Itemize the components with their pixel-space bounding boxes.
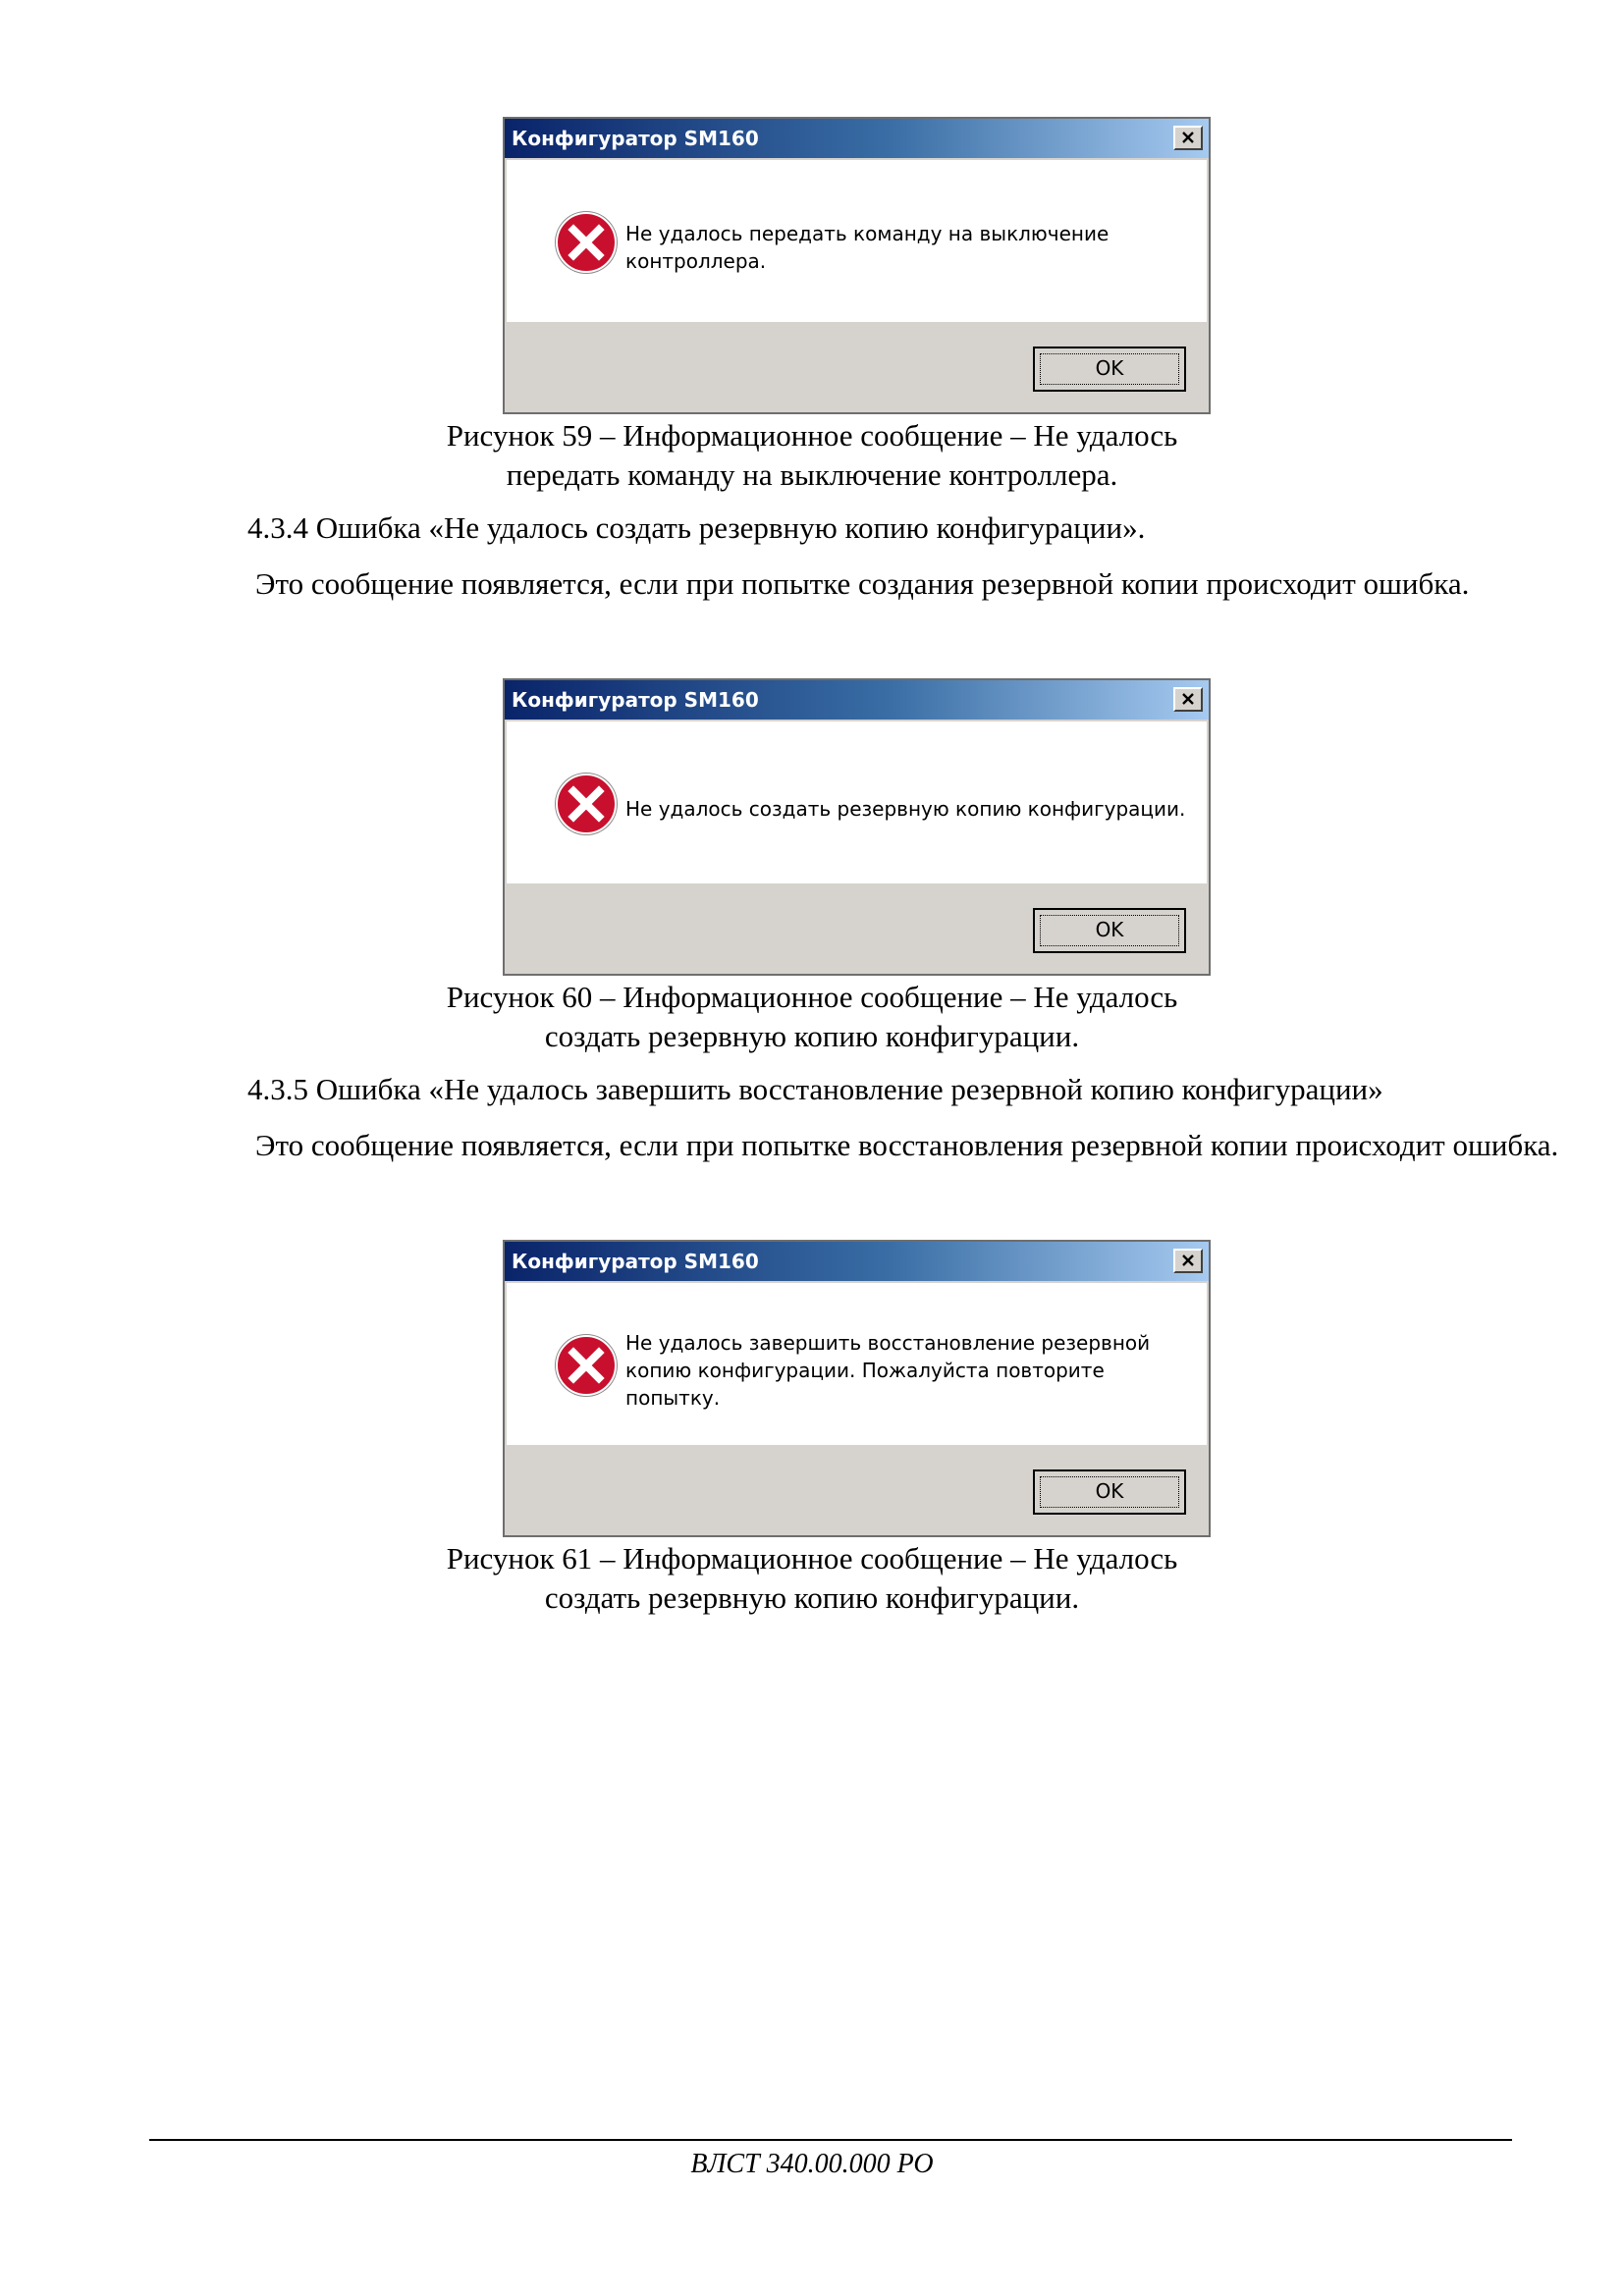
section-heading: 4.3.5 Ошибка «Не удалось завершить восст… [247,1072,1383,1106]
ok-button-label: OK [1095,356,1124,380]
dialog-body: Не удалось создать резервную копию конфи… [507,721,1207,883]
caption-line: Рисунок 61 – Информационное сообщение – … [446,1541,1178,1575]
close-icon [1182,1255,1194,1266]
dialog-message: Не удалось передать команду на выключени… [625,220,1175,275]
figure-caption: Рисунок 60 – Информационное сообщение – … [0,978,1624,1056]
figure-caption: Рисунок 61 – Информационное сообщение – … [0,1539,1624,1618]
ok-button[interactable]: OK [1033,347,1186,392]
close-button[interactable] [1173,1249,1203,1273]
footer-divider [149,2139,1512,2141]
dialog-title: Конфигуратор SM160 [512,127,759,150]
section-paragraph: Это сообщение появляется, если при попыт… [255,1128,1559,1162]
dialog-message: Не удалось завершить восстановление резе… [625,1329,1175,1412]
error-dialog: Конфигуратор SM160 Не удалось передать к… [503,117,1211,414]
caption-line: создать резервную копию конфигурации. [544,1019,1080,1053]
message-line: Не удалось завершить восстановление резе… [625,1331,1151,1355]
ok-button[interactable]: OK [1033,1469,1186,1515]
section-heading: 4.3.4 Ошибка «Не удалось создать резервн… [247,510,1146,545]
caption-line: Рисунок 60 – Информационное сообщение – … [446,980,1178,1014]
message-line: попытку. [625,1386,721,1410]
close-icon [1182,693,1194,705]
error-x-icon [555,773,618,835]
dialog-body: Не удалось завершить восстановление резе… [507,1283,1207,1445]
section-paragraph: Это сообщение появляется, если при попыт… [255,566,1470,601]
message-line: контроллера. [625,249,767,273]
message-line: Не удалось создать резервную копию конфи… [625,797,1186,821]
dialog-titlebar: Конфигуратор SM160 [505,680,1209,720]
error-x-icon [555,211,618,274]
close-button[interactable] [1173,687,1203,712]
ok-button-label: OK [1095,1479,1124,1503]
message-line: Не удалось передать команду на выключени… [625,222,1110,245]
figure-caption: Рисунок 59 – Информационное сообщение – … [0,416,1624,495]
dialog-titlebar: Конфигуратор SM160 [505,1242,1209,1281]
dialog-titlebar: Конфигуратор SM160 [505,119,1209,158]
caption-line: передать команду на выключение контролле… [506,457,1118,492]
caption-line: Рисунок 59 – Информационное сообщение – … [446,418,1178,453]
close-button[interactable] [1173,126,1203,150]
dialog-title: Конфигуратор SM160 [512,688,759,712]
message-line: копию конфигурации. Пожалуйста повторите [625,1359,1105,1382]
dialog-title: Конфигуратор SM160 [512,1250,759,1273]
dialog-body: Не удалось передать команду на выключени… [507,160,1207,322]
close-icon [1182,132,1194,143]
ok-button-label: OK [1095,918,1124,941]
error-dialog: Конфигуратор SM160 Не удалось создать ре… [503,678,1211,976]
document-page: Конфигуратор SM160 Не удалось передать к… [0,0,1624,2296]
error-x-icon [555,1334,618,1397]
caption-line: создать резервную копию конфигурации. [544,1580,1080,1615]
error-dialog: Конфигуратор SM160 Не удалось завершить … [503,1240,1211,1537]
ok-button[interactable]: OK [1033,908,1186,953]
document-code-footer: ВЛСТ 340.00.000 РО [690,2149,934,2179]
dialog-message: Не удалось создать резервную копию конфи… [625,795,1186,823]
